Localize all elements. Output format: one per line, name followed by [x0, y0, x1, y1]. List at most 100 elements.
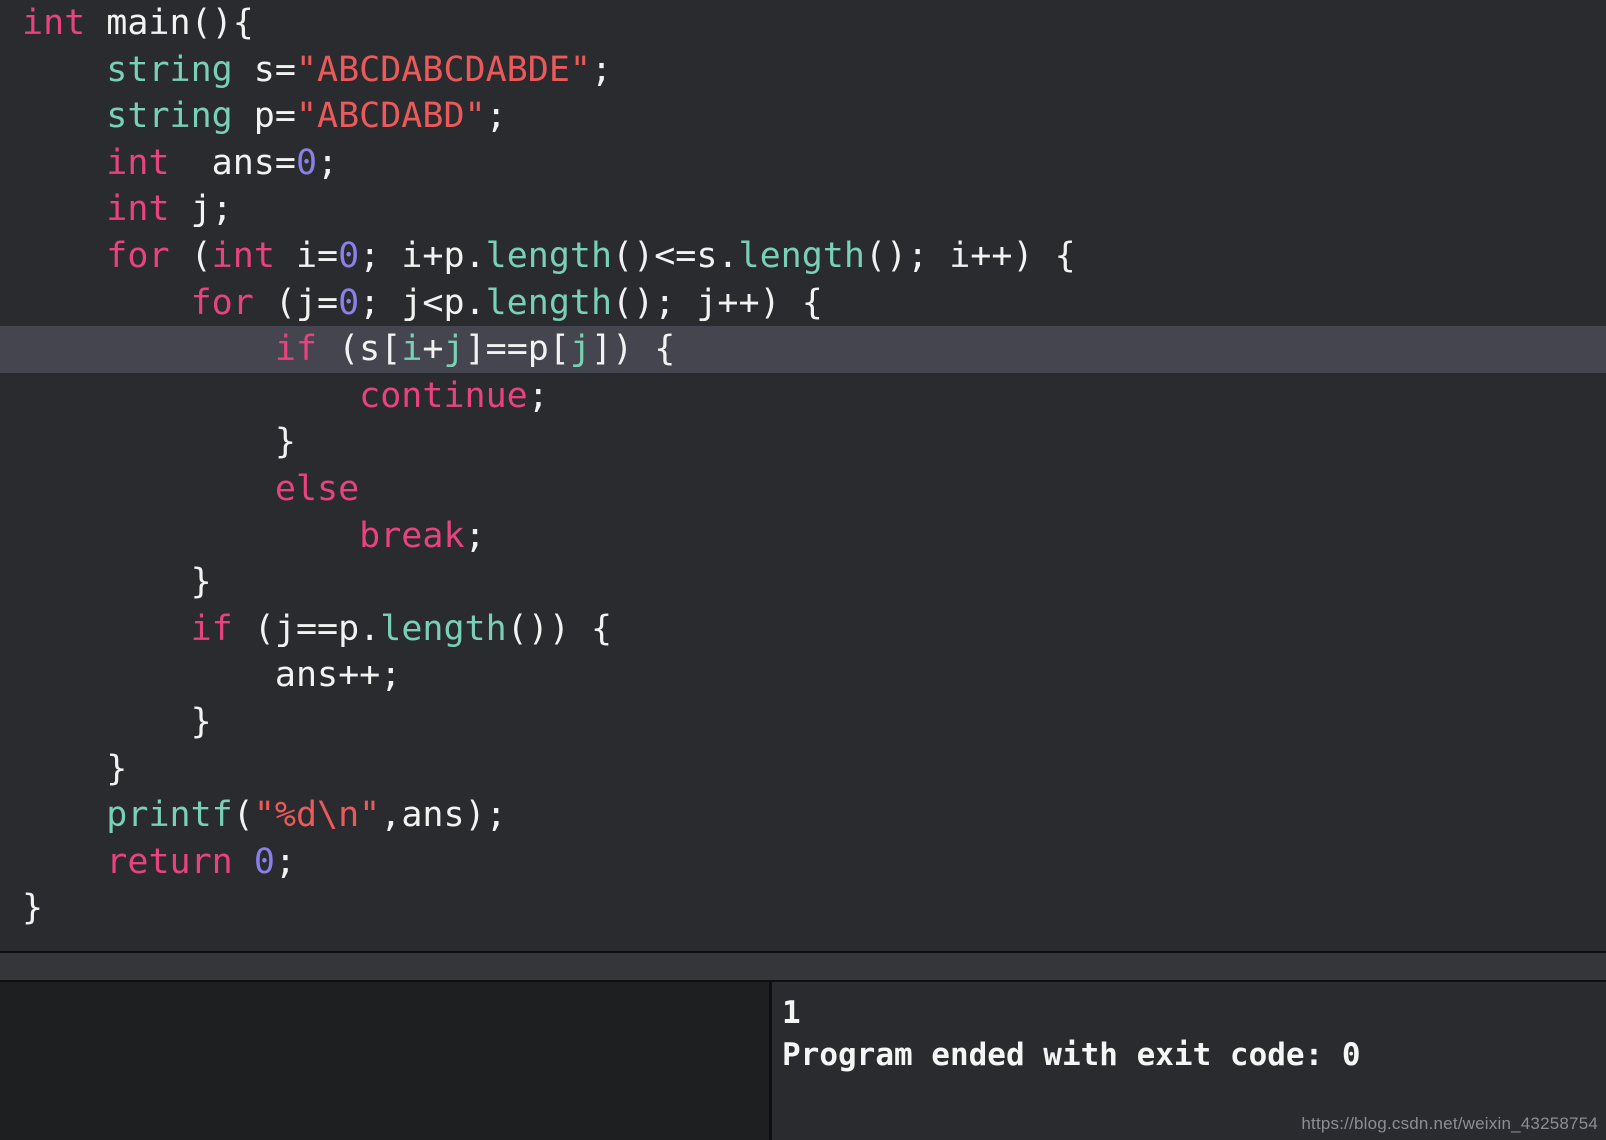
- code-line[interactable]: ans++;: [0, 652, 1606, 699]
- console-output-line: Program ended with exit code: 0: [782, 1037, 1361, 1073]
- code-token: printf: [106, 795, 233, 836]
- code-line-text: else: [0, 466, 359, 513]
- code-token: ;: [485, 96, 507, 137]
- code-token: 0: [253, 841, 275, 882]
- code-line[interactable]: int j;: [0, 186, 1606, 233]
- code-token: ;: [317, 142, 339, 183]
- code-line-text: }: [0, 559, 212, 606]
- code-token: ;: [274, 841, 296, 882]
- code-token: }: [274, 422, 296, 463]
- code-token: 0: [338, 282, 360, 323]
- code-line[interactable]: for (j=0; j<p.length(); j++) {: [0, 280, 1606, 327]
- code-token: (: [169, 235, 212, 276]
- code-token: "ABCDABD": [295, 96, 486, 137]
- code-token: "ABCDABCDABDE": [295, 49, 591, 90]
- code-token: ;: [527, 375, 549, 416]
- code-line[interactable]: int ans=0;: [0, 140, 1606, 187]
- code-line-text: string p="ABCDABD";: [0, 93, 507, 140]
- code-line-text: int j;: [0, 186, 233, 233]
- code-line-text: for (j=0; j<p.length(); j++) {: [0, 280, 823, 327]
- code-line[interactable]: continue;: [0, 373, 1606, 420]
- code-token: (); j++) {: [612, 282, 823, 323]
- code-token: return: [106, 841, 233, 882]
- code-token: int: [106, 142, 170, 183]
- code-line-text: printf("%d\n",ans);: [0, 792, 507, 839]
- code-line[interactable]: }: [0, 746, 1606, 793]
- code-token: if: [190, 608, 233, 649]
- source-code-editor[interactable]: int main(){ string s="ABCDABCDABDE"; str…: [0, 0, 1606, 951]
- code-token: (); i++) {: [864, 235, 1076, 276]
- code-token: ()) {: [506, 608, 613, 649]
- variables-panel[interactable]: [0, 982, 769, 1140]
- code-line-text: string s="ABCDABCDABDE";: [0, 47, 612, 94]
- code-line[interactable]: }: [0, 699, 1606, 746]
- code-token: main(){: [85, 3, 254, 43]
- code-token: (j=: [253, 282, 339, 323]
- code-line[interactable]: }: [0, 559, 1606, 606]
- code-token: ;: [590, 49, 613, 90]
- code-line[interactable]: printf("%d\n",ans);: [0, 792, 1606, 839]
- code-token: ,ans);: [380, 795, 507, 836]
- code-token: ()<=s.: [612, 235, 739, 276]
- code-token: length: [485, 282, 613, 323]
- code-token: for: [190, 282, 254, 323]
- code-token: 0: [338, 235, 360, 276]
- code-line[interactable]: }: [0, 419, 1606, 466]
- code-token: int: [211, 235, 275, 276]
- code-line-text: }: [0, 885, 43, 932]
- code-token: j: [443, 329, 465, 370]
- code-token: i: [401, 329, 423, 370]
- code-line[interactable]: if (s[i+j]==p[j]) {: [0, 326, 1606, 373]
- code-token: continue: [359, 375, 528, 416]
- code-token: length: [380, 608, 507, 649]
- console-output-line-list: 1 Program ended with exit code: 0: [782, 992, 1606, 1076]
- code-line-text: return 0;: [0, 839, 296, 886]
- code-line-text: }: [0, 419, 296, 466]
- code-token: ; j<p.: [359, 282, 486, 323]
- code-line-text: continue;: [0, 373, 549, 420]
- code-line[interactable]: else: [0, 466, 1606, 513]
- code-line[interactable]: for (int i=0; i+p.length()<=s.length(); …: [0, 233, 1606, 280]
- code-token: int: [106, 189, 170, 230]
- code-line-list: int main(){ string s="ABCDABCDABDE"; str…: [0, 0, 1606, 932]
- code-token: int: [22, 3, 86, 43]
- code-line[interactable]: int main(){: [0, 0, 1606, 47]
- debug-toolbar-strip[interactable]: [0, 953, 1606, 980]
- code-token: ; i+p.: [359, 235, 486, 276]
- code-token: length: [485, 235, 613, 276]
- code-line[interactable]: string s="ABCDABCDABDE";: [0, 47, 1606, 94]
- code-line[interactable]: if (j==p.length()) {: [0, 606, 1606, 653]
- code-line[interactable]: string p="ABCDABD";: [0, 93, 1606, 140]
- code-token: string: [106, 96, 233, 137]
- code-token: string: [106, 49, 233, 90]
- code-token: j;: [169, 189, 233, 230]
- code-line[interactable]: return 0;: [0, 839, 1606, 886]
- watermark-url: https://blog.csdn.net/weixin_43258754: [1301, 1114, 1598, 1133]
- code-line-text: ans++;: [0, 652, 401, 699]
- code-token: }: [190, 701, 212, 742]
- code-line[interactable]: break;: [0, 513, 1606, 560]
- code-token: ans++;: [274, 655, 402, 696]
- code-line-text: break;: [0, 513, 485, 560]
- code-token: +: [422, 329, 444, 370]
- code-line-text: int main(){: [0, 0, 254, 47]
- code-token: }: [22, 888, 44, 929]
- code-line[interactable]: }: [0, 885, 1606, 932]
